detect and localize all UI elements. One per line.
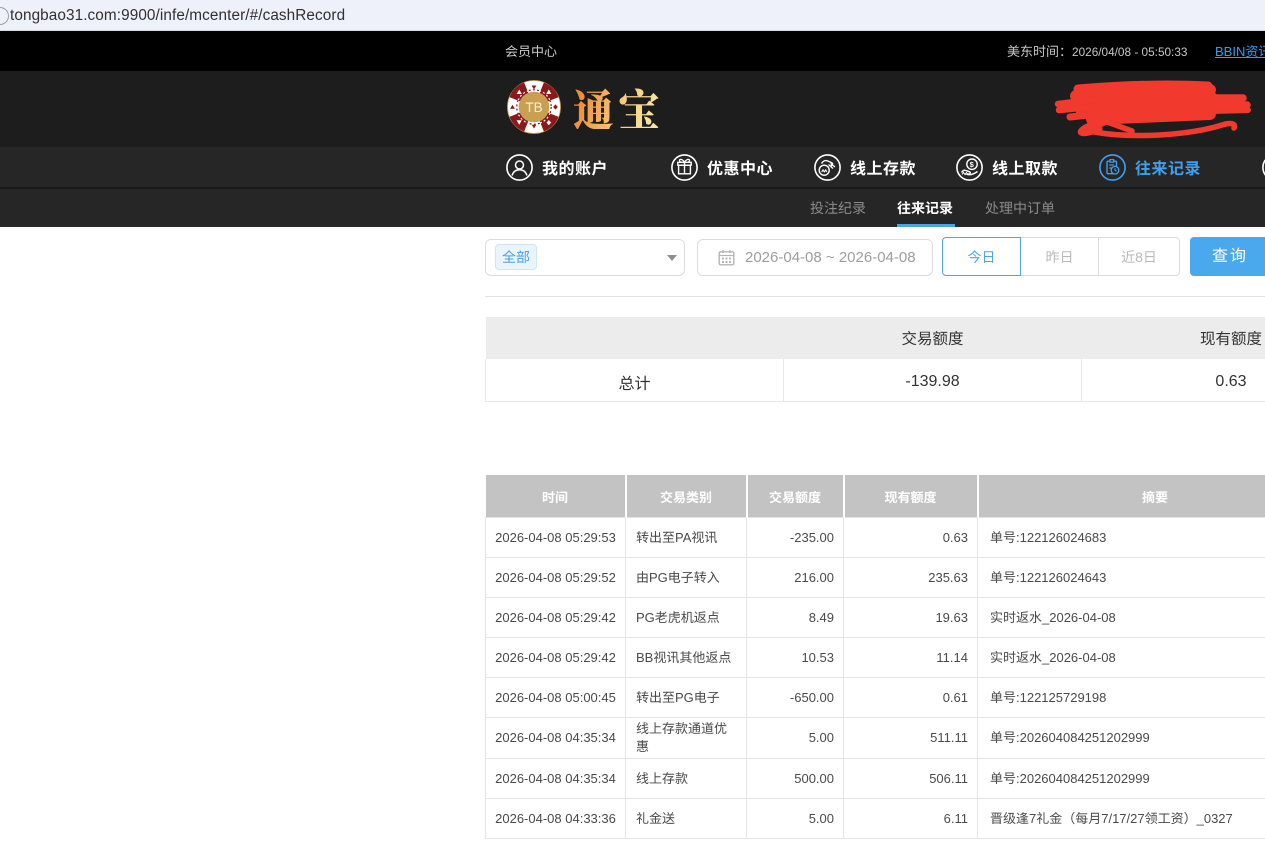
svg-text:$: $: [970, 160, 975, 169]
svg-text:TB: TB: [525, 100, 542, 115]
